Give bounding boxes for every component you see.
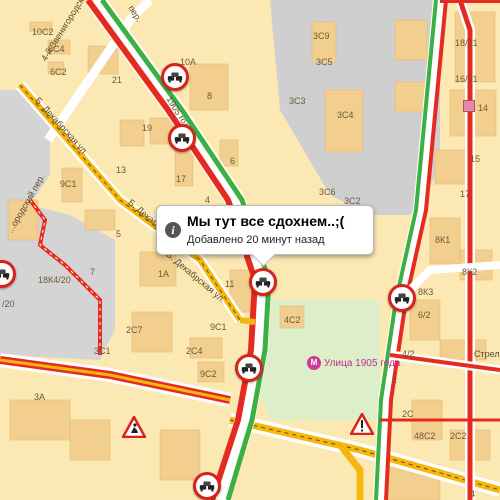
building-label: 4С2 bbox=[284, 315, 301, 325]
building-label: 3С6 bbox=[319, 187, 336, 197]
building-label: 8К3 bbox=[418, 287, 434, 297]
building-label: 6 bbox=[230, 156, 236, 166]
traffic-jam-incident-icon[interactable] bbox=[168, 124, 196, 152]
building-label: 3С9 bbox=[313, 31, 330, 41]
building-label: 16/21 bbox=[455, 74, 478, 84]
building-label: 8К2 bbox=[462, 267, 478, 277]
building-label: 2 bbox=[392, 375, 398, 385]
building-label: 14 bbox=[478, 103, 489, 113]
building-label: 9С1 bbox=[60, 179, 77, 189]
incident-popup[interactable]: i Мы тут все сдохнем..;( Добавлено 20 ми… bbox=[156, 205, 374, 255]
building-label: 21 bbox=[112, 75, 123, 85]
building-label: 9С2 bbox=[200, 369, 217, 379]
traffic-jam-incident-icon[interactable] bbox=[388, 284, 416, 312]
building-label: 3А bbox=[34, 392, 46, 402]
traffic-jam-incident-icon[interactable] bbox=[249, 268, 277, 296]
traffic-jam-incident-icon[interactable] bbox=[193, 472, 221, 500]
building-label: 4 bbox=[205, 195, 211, 205]
building-label: 9С1 bbox=[210, 322, 227, 332]
building-label: 19 bbox=[142, 123, 153, 133]
building-label: 18/21 bbox=[455, 38, 478, 48]
building-label: 8 bbox=[207, 91, 213, 101]
building-label: 13 bbox=[116, 165, 127, 175]
building-label: 6/2 bbox=[418, 310, 431, 320]
building-label: 5 bbox=[116, 229, 122, 239]
building-label: 10С2 bbox=[32, 27, 54, 37]
building-label: 7 bbox=[90, 267, 96, 277]
building-label: 6С2 bbox=[50, 67, 67, 77]
building-label: 15 bbox=[470, 154, 481, 164]
building-label: 4 bbox=[470, 489, 476, 499]
popup-title: Мы тут все сдохнем..;( bbox=[187, 213, 345, 229]
building-label: 3С4 bbox=[337, 110, 354, 120]
hazard-warning-icon[interactable] bbox=[350, 413, 374, 435]
building-label: /20 bbox=[2, 299, 15, 309]
street-label-right-edge: Стрел bbox=[474, 349, 500, 359]
building-label: 48С2 bbox=[414, 431, 436, 441]
building-label: 4/2 bbox=[402, 349, 415, 359]
traffic-jam-incident-icon[interactable] bbox=[235, 354, 263, 382]
building-label: 2С2 bbox=[450, 431, 467, 441]
building-label: 17 bbox=[176, 174, 187, 184]
building-label: 3С5 bbox=[316, 57, 333, 67]
traffic-jam-incident-icon[interactable] bbox=[161, 63, 189, 91]
building-label: 11 bbox=[225, 279, 235, 289]
building-label: 2С7 bbox=[126, 325, 143, 335]
info-icon: i bbox=[165, 222, 181, 238]
building-label: 18К4/20 bbox=[38, 275, 71, 285]
building-label: 3С1 bbox=[94, 346, 111, 356]
building-label: 1А bbox=[158, 269, 170, 279]
building-label: 3С3 bbox=[289, 96, 306, 106]
building-label: 2С4 bbox=[186, 346, 203, 356]
building-label: 8К1 bbox=[435, 235, 451, 245]
building-label: 17 bbox=[460, 189, 471, 199]
metro-station-name: Улица 1905 года bbox=[324, 357, 401, 369]
building-marker bbox=[463, 100, 475, 112]
traffic-map[interactable]: 10С2 8С4 6С2 21 19 10А 8 6 4 17 13 9С1 5… bbox=[0, 0, 500, 500]
metro-station[interactable]: М Улица 1905 года bbox=[307, 356, 400, 370]
roadworks-warning-icon[interactable] bbox=[122, 416, 146, 438]
popup-timestamp: Добавлено 20 минут назад bbox=[187, 234, 325, 246]
building-label: 2С bbox=[402, 409, 414, 419]
metro-icon: М bbox=[307, 356, 321, 370]
